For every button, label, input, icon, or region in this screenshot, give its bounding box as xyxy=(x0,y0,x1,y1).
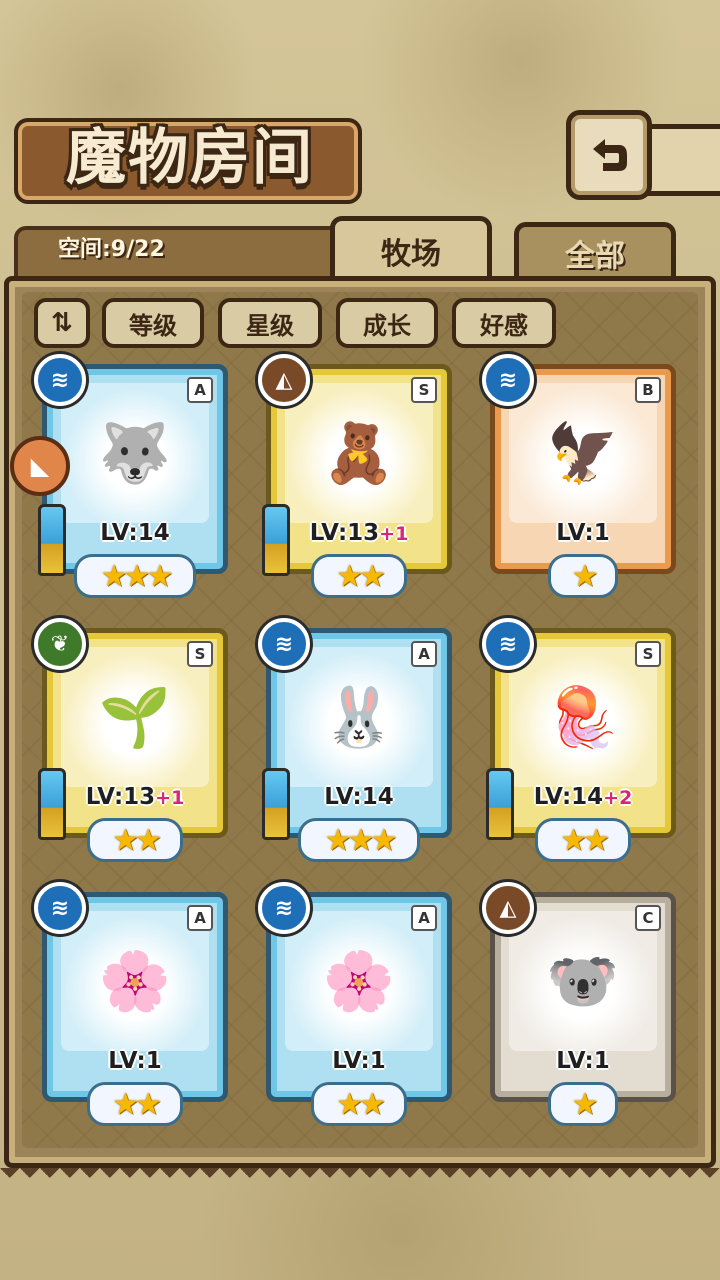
rank-badge: A xyxy=(187,377,213,403)
star-icon: ★ xyxy=(560,822,587,858)
filter-level-label: 等级 xyxy=(129,311,177,340)
star-icon: ★ xyxy=(123,558,151,594)
star-rating: ★ xyxy=(548,1082,618,1126)
tab-all-label: 全部 xyxy=(565,238,625,274)
sort-toggle-button[interactable]: ⇅ xyxy=(34,298,90,348)
monster-portrait: 🌸 xyxy=(61,911,209,1051)
rank-badge: A xyxy=(411,641,437,667)
water-element-icon: ≋ xyxy=(258,618,310,670)
star-rating: ★ ★ xyxy=(87,1082,183,1126)
star-icon: ★ xyxy=(583,822,610,858)
star-icon: ★ xyxy=(135,1086,162,1122)
star-icon: ★ xyxy=(359,558,386,594)
water-element-icon: ≋ xyxy=(34,882,86,934)
filter-star-label: 星级 xyxy=(246,311,294,340)
level-value: LV:14 xyxy=(533,784,604,810)
star-rating: ★ xyxy=(548,554,618,598)
filter-affection-label: 好感 xyxy=(480,311,528,340)
star-rating: ★ ★ ★ xyxy=(298,818,420,862)
level-label: LV:14 xyxy=(42,518,228,548)
star-icon: ★ xyxy=(347,822,375,858)
monster-portrait: 🐰 xyxy=(285,647,433,787)
star-icon: ★ xyxy=(370,822,397,858)
star-rating: ★ ★ xyxy=(535,818,631,862)
star-icon: ★ xyxy=(324,822,352,858)
earth-element-icon: ◭ xyxy=(482,882,534,934)
star-rating: ★ ★ xyxy=(87,818,183,862)
star-icon: ★ xyxy=(336,558,363,594)
back-button[interactable] xyxy=(566,110,652,200)
earth-element-icon: ◭ xyxy=(258,354,310,406)
level-value: LV:1 xyxy=(556,520,610,546)
rank-badge: B xyxy=(635,377,661,403)
level-label: LV:13+1 xyxy=(42,782,228,812)
level-value: LV:13 xyxy=(85,784,156,810)
star-rating: ★ ★ ★ xyxy=(74,554,196,598)
level-value: LV:14 xyxy=(100,520,170,546)
star-icon: ★ xyxy=(359,1086,386,1122)
filter-affection-button[interactable]: 好感 xyxy=(452,298,556,348)
tab-ranch[interactable]: 牧场 xyxy=(330,216,492,280)
star-rating: ★ ★ xyxy=(311,1082,407,1126)
tab-all[interactable]: 全部 xyxy=(514,222,676,278)
team-marker-icon[interactable]: ◣ xyxy=(10,436,70,496)
space-counter: 空间:9/22 xyxy=(58,237,165,262)
monster-portrait: 🧸 xyxy=(285,383,433,523)
monster-portrait: 🪼 xyxy=(509,647,657,787)
level-value: LV:1 xyxy=(108,1048,162,1074)
star-icon: ★ xyxy=(571,1086,599,1122)
level-bonus: +1 xyxy=(379,523,409,545)
star-icon: ★ xyxy=(112,822,139,858)
level-bonus: +2 xyxy=(603,787,633,809)
level-value: LV:1 xyxy=(556,1048,610,1074)
level-label: LV:14+2 xyxy=(490,782,676,812)
water-element-icon: ≋ xyxy=(34,354,86,406)
sort-toggle-icon: ⇅ xyxy=(51,308,73,338)
level-label: LV:1 xyxy=(266,1046,452,1076)
filter-growth-label: 成长 xyxy=(363,311,411,340)
level-bonus: +1 xyxy=(155,787,185,809)
rank-badge: A xyxy=(187,905,213,931)
level-label: LV:13+1 xyxy=(266,518,452,548)
level-value: LV:14 xyxy=(324,784,394,810)
level-label: LV:1 xyxy=(42,1046,228,1076)
level-value: LV:13 xyxy=(309,520,380,546)
rank-badge: S xyxy=(411,377,437,403)
water-element-icon: ≋ xyxy=(258,882,310,934)
filter-star-button[interactable]: 星级 xyxy=(218,298,322,348)
monster-portrait: 🌱 xyxy=(61,647,209,787)
back-arrow-icon xyxy=(593,139,627,171)
rank-badge: S xyxy=(187,641,213,667)
star-icon: ★ xyxy=(100,558,128,594)
rank-badge: C xyxy=(635,905,661,931)
star-icon: ★ xyxy=(571,558,599,594)
level-label: LV:1 xyxy=(490,1046,676,1076)
monster-portrait: 🦅 xyxy=(509,383,657,523)
star-icon: ★ xyxy=(112,1086,139,1122)
star-icon: ★ xyxy=(336,1086,363,1122)
bottom-border xyxy=(0,1168,720,1188)
filter-growth-button[interactable]: 成长 xyxy=(336,298,438,348)
filter-level-button[interactable]: 等级 xyxy=(102,298,204,348)
star-rating: ★ ★ xyxy=(311,554,407,598)
star-icon: ★ xyxy=(146,558,173,594)
monster-portrait: 🐺 xyxy=(61,383,209,523)
level-label: LV:1 xyxy=(490,518,676,548)
monster-portrait: 🐨 xyxy=(509,911,657,1051)
monster-portrait: 🌸 xyxy=(285,911,433,1051)
wood-element-icon: ❦ xyxy=(34,618,86,670)
rank-badge: A xyxy=(411,905,437,931)
water-element-icon: ≋ xyxy=(482,618,534,670)
page-title: 魔物房间 xyxy=(66,123,314,193)
tab-ranch-label: 牧场 xyxy=(381,236,441,272)
level-label: LV:14 xyxy=(266,782,452,812)
rank-badge: S xyxy=(635,641,661,667)
water-element-icon: ≋ xyxy=(482,354,534,406)
star-icon: ★ xyxy=(135,822,162,858)
level-value: LV:1 xyxy=(332,1048,386,1074)
back-button-rail xyxy=(640,124,720,196)
